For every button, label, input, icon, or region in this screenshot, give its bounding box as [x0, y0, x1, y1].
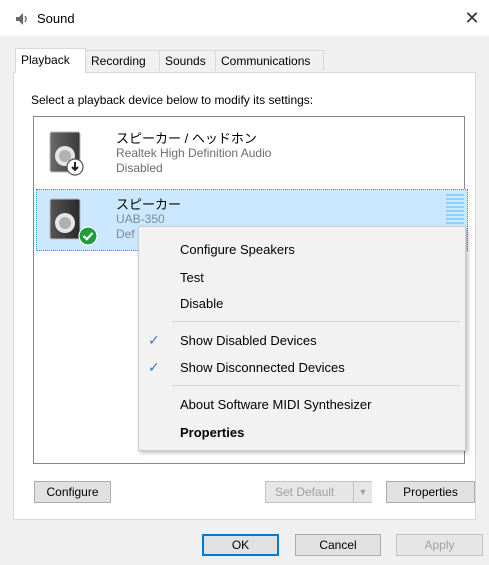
device-name: スピーカー — [116, 197, 182, 212]
tab-playback[interactable]: Playback — [15, 48, 86, 73]
tab-communications[interactable]: Communications — [215, 50, 324, 71]
menu-item-about-midi-synth[interactable]: About Software MIDI Synthesizer — [180, 397, 371, 412]
instruction-text: Select a playback device below to modify… — [31, 93, 314, 107]
down-arrow-icon — [66, 158, 84, 176]
menu-separator — [172, 385, 460, 386]
apply-button[interactable]: Apply — [396, 534, 483, 556]
device-status: Def — [116, 227, 135, 241]
menu-item-disable[interactable]: Disable — [180, 296, 223, 311]
menu-item-properties[interactable]: Properties — [180, 425, 244, 440]
checkmark-icon: ✓ — [148, 359, 160, 375]
set-default-label: Set Default — [275, 485, 335, 499]
ok-button[interactable]: OK — [202, 534, 279, 556]
cancel-button[interactable]: Cancel — [295, 534, 381, 556]
window-title: Sound — [37, 11, 75, 26]
device-status: Disabled — [116, 161, 163, 175]
configure-button[interactable]: Configure — [34, 481, 111, 503]
tab-recording[interactable]: Recording — [85, 50, 160, 71]
device-item-speakers-headphones[interactable]: スピーカー / ヘッドホン Realtek High Definition Au… — [36, 122, 468, 184]
menu-item-show-disabled-devices[interactable]: Show Disabled Devices — [180, 333, 317, 348]
chevron-down-icon[interactable]: ▼ — [353, 482, 372, 502]
speaker-app-icon — [15, 12, 29, 26]
device-name: スピーカー / ヘッドホン — [116, 131, 257, 146]
device-driver: UAB-350 — [116, 212, 165, 226]
set-default-button[interactable]: Set Default ▼ — [265, 481, 372, 503]
checkmark-icon — [78, 226, 98, 246]
checkmark-icon: ✓ — [148, 332, 160, 348]
close-icon[interactable]: ✕ — [460, 6, 484, 30]
menu-separator — [172, 321, 460, 322]
menu-item-show-disconnected-devices[interactable]: Show Disconnected Devices — [180, 360, 345, 375]
menu-item-configure-speakers[interactable]: Configure Speakers — [180, 242, 295, 257]
tab-sounds[interactable]: Sounds — [159, 50, 216, 71]
menu-item-test[interactable]: Test — [180, 270, 204, 285]
device-driver: Realtek High Definition Audio — [116, 146, 272, 160]
properties-button[interactable]: Properties — [386, 481, 475, 503]
